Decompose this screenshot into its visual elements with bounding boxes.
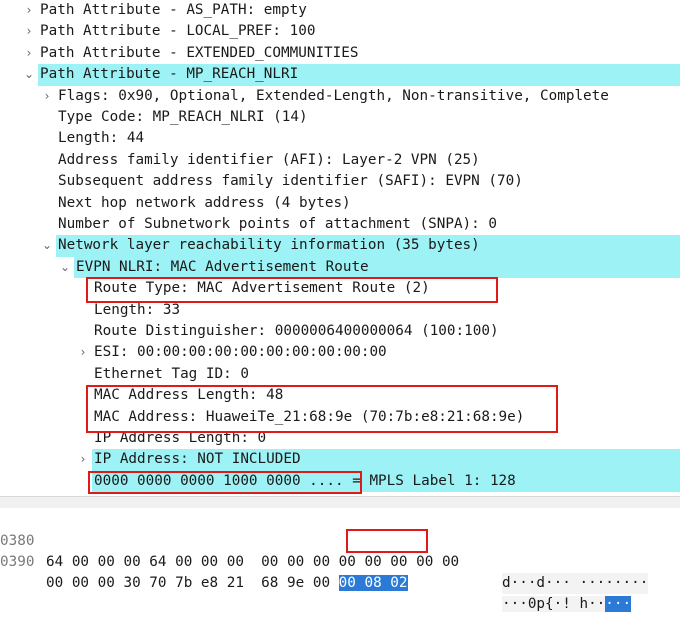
tree-row-evpn-nlri[interactable]: ⌄ EVPN NLRI: MAC Advertisement Route xyxy=(0,256,680,279)
tree-row-label: Path Attribute - LOCAL_PREF: 100 xyxy=(40,23,316,40)
tree-row-label: Subsequent address family identifier (SA… xyxy=(58,173,523,190)
tree-row-route-distinguisher[interactable]: Route Distinguisher: 0000006400000064 (1… xyxy=(0,321,680,342)
tree-row-route-type[interactable]: Route Type: MAC Advertisement Route (2) xyxy=(0,278,680,299)
tree-row-label: Path Attribute - AS_PATH: empty xyxy=(40,2,307,18)
chevron-right-icon[interactable]: › xyxy=(22,0,36,21)
tree-row-label: Path Attribute - MP_REACH_NLRI xyxy=(40,66,299,83)
chevron-right-icon[interactable]: › xyxy=(40,86,54,107)
tree-row-mpls-label[interactable]: 0000 0000 0000 1000 0000 .... = MPLS Lab… xyxy=(0,470,680,493)
tree-row-nlri-length[interactable]: Length: 33 xyxy=(0,300,680,321)
hex-bytes[interactable]: 00 00 00 30 70 7b e8 21 68 9e 00 00 08 0… xyxy=(46,573,408,594)
tree-row-label: Number of Subnetwork points of attachmen… xyxy=(58,216,497,232)
hex-ascii-selected[interactable]: ··· xyxy=(605,596,632,612)
hex-row[interactable]: 0380 64 00 00 00 64 00 00 00 00 00 00 00… xyxy=(0,510,680,594)
tree-row-label: Address family identifier (AFI): Layer-2… xyxy=(58,151,480,168)
tree-row-mac-address[interactable]: MAC Address: HuaweiTe_21:68:9e (70:7b:e8… xyxy=(0,407,680,428)
tree-row-type-code[interactable]: Type Code: MP_REACH_NLRI (14) xyxy=(0,107,680,128)
hex-offset: 0390 xyxy=(0,554,35,570)
tree-row-label: Path Attribute - EXTENDED_COMMUNITIES xyxy=(40,44,359,61)
tree-row-label: Length: 44 xyxy=(58,130,145,147)
hex-row[interactable]: 0390 00 00 00 30 70 7b e8 21 68 9e 00 00… xyxy=(0,531,680,612)
tree-row-length[interactable]: Length: 44 xyxy=(0,128,680,149)
tree-row-local-pref[interactable]: › Path Attribute - LOCAL_PREF: 100 xyxy=(0,21,680,42)
tree-row-mp-reach-nlri[interactable]: ⌄ Path Attribute - MP_REACH_NLRI xyxy=(0,64,680,86)
tree-row-label: Route Distinguisher: 0000006400000064 (1… xyxy=(94,323,499,339)
hex-ascii-unselected[interactable]: ···0p{·! h·· xyxy=(502,596,606,612)
tree-row-mac-length[interactable]: MAC Address Length: 48 xyxy=(0,385,680,406)
tree-row-label: IP Address: NOT INCLUDED xyxy=(94,451,301,468)
tree-row-label: MAC Address: HuaweiTe_21:68:9e (70:7b:e8… xyxy=(94,408,525,425)
tree-row-nlri[interactable]: ⌄ Network layer reachability information… xyxy=(0,235,680,257)
packet-details-tree: › Path Attribute - AS_PATH: empty › Path… xyxy=(0,0,680,496)
hex-dump-pane: 0380 64 00 00 00 64 00 00 00 00 00 00 00… xyxy=(0,508,680,612)
hex-bytes-selected[interactable]: 00 08 02 xyxy=(338,575,408,591)
hex-bytes-unselected[interactable]: 00 00 00 30 70 7b e8 21 68 9e 00 xyxy=(46,575,339,591)
tree-row-esi[interactable]: › ESI: 00:00:00:00:00:00:00:00:00:00 xyxy=(0,342,680,363)
chevron-down-icon[interactable]: ⌄ xyxy=(22,64,36,85)
tree-row-as-path[interactable]: › Path Attribute - AS_PATH: empty xyxy=(0,0,680,21)
tree-row-ip-length[interactable]: IP Address Length: 0 xyxy=(0,428,680,449)
chevron-right-icon[interactable]: › xyxy=(22,43,36,64)
tree-row-label: Flags: 0x90, Optional, Extended-Length, … xyxy=(58,87,609,104)
tree-row-label: Next hop network address (4 bytes) xyxy=(58,194,351,211)
chevron-right-icon[interactable]: › xyxy=(22,21,36,42)
tree-row-label: Network layer reachability information (… xyxy=(58,237,480,254)
tree-row-label: 0000 0000 0000 1000 0000 .... = MPLS Lab… xyxy=(94,472,516,489)
tree-row-label: ESI: 00:00:00:00:00:00:00:00:00:00 xyxy=(94,344,387,361)
tree-row-flags[interactable]: › Flags: 0x90, Optional, Extended-Length… xyxy=(0,86,680,107)
tree-row-next-hop[interactable]: Next hop network address (4 bytes) xyxy=(0,193,680,214)
tree-row-safi[interactable]: Subsequent address family identifier (SA… xyxy=(0,171,680,192)
hex-bytes[interactable]: 64 00 00 00 64 00 00 00 00 00 00 00 00 0… xyxy=(46,552,459,573)
tree-row-ethernet-tag[interactable]: Ethernet Tag ID: 0 xyxy=(0,364,680,385)
tree-row-label: IP Address Length: 0 xyxy=(94,430,267,446)
chevron-down-icon[interactable]: ⌄ xyxy=(40,235,54,256)
tree-row-label: Route Type: MAC Advertisement Route (2) xyxy=(94,280,430,297)
chevron-right-icon[interactable]: › xyxy=(76,449,90,470)
tree-row-label: Ethernet Tag ID: 0 xyxy=(94,365,249,382)
tree-row-ip-address[interactable]: › IP Address: NOT INCLUDED xyxy=(0,449,680,471)
tree-row-snpa[interactable]: Number of Subnetwork points of attachmen… xyxy=(0,214,680,235)
chevron-right-icon[interactable]: › xyxy=(76,342,90,363)
tree-row-label: Length: 33 xyxy=(94,301,181,318)
hex-ascii[interactable]: ···0p{·! h····· xyxy=(502,594,632,615)
tree-row-label: EVPN NLRI: MAC Advertisement Route xyxy=(76,258,369,275)
tree-row-extended-communities[interactable]: › Path Attribute - EXTENDED_COMMUNITIES xyxy=(0,43,680,64)
tree-row-afi[interactable]: Address family identifier (AFI): Layer-2… xyxy=(0,150,680,171)
tree-row-label: MAC Address Length: 48 xyxy=(94,387,284,404)
chevron-down-icon[interactable]: ⌄ xyxy=(58,257,72,278)
hex-ascii[interactable]: d···d··· ········ xyxy=(502,573,649,594)
tree-row-label: Type Code: MP_REACH_NLRI (14) xyxy=(58,109,308,125)
